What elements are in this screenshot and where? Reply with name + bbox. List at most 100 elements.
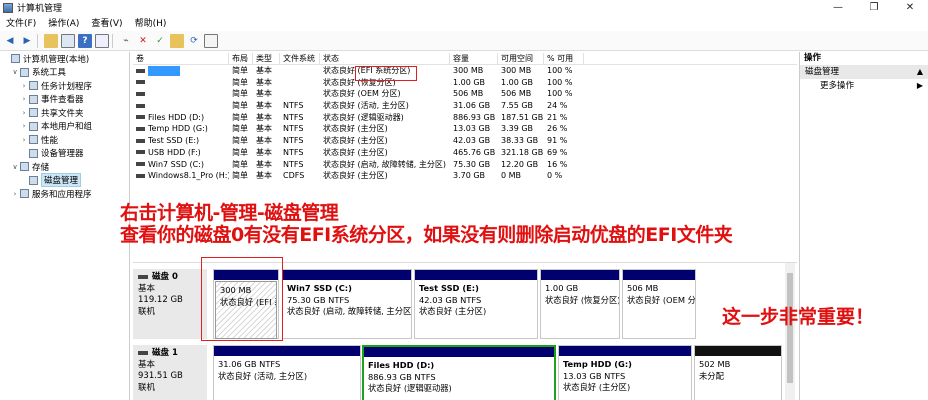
chevron-right-icon[interactable]: › bbox=[11, 190, 19, 198]
tree-item[interactable]: › 服务和应用程序 bbox=[0, 187, 129, 201]
more-actions[interactable]: 更多操作 ▶ bbox=[800, 79, 928, 93]
menu-help[interactable]: 帮助(H) bbox=[129, 16, 173, 29]
chevron-right-icon[interactable]: › bbox=[20, 82, 28, 90]
check-icon[interactable]: ✓ bbox=[153, 34, 167, 48]
delete-icon[interactable]: ✕ bbox=[136, 34, 150, 48]
volume-cell bbox=[133, 65, 229, 77]
column-filesystem[interactable]: 文件系统 bbox=[280, 53, 320, 65]
partition[interactable]: Temp HDD (G:) 13.03 GB NTFS 状态良好 (主分区) bbox=[558, 345, 692, 400]
cell-cap: 300 MB bbox=[453, 66, 484, 75]
menu-action[interactable]: 操作(A) bbox=[42, 16, 85, 29]
show-hide-tree-icon[interactable] bbox=[61, 33, 75, 48]
column-type[interactable]: 类型 bbox=[253, 53, 280, 65]
partition-title: Win7 SSD (C:) bbox=[287, 283, 352, 293]
cell-layout: 简单 bbox=[232, 147, 248, 157]
table-row[interactable]: Files HDD (D:) 简单 基本 NTFS 状态良好 (逻辑驱动器) 886.93… bbox=[133, 112, 797, 124]
partition[interactable]: 506 MB 状态良好 (OEM 分区) bbox=[622, 269, 696, 339]
tree-item-label: 计算机管理(本地) bbox=[23, 54, 90, 65]
tree-item[interactable]: 计算机管理(本地) bbox=[0, 52, 129, 66]
chevron-right-icon[interactable]: › bbox=[20, 136, 28, 144]
tree-item[interactable]: 设备管理器 bbox=[0, 147, 129, 161]
chevron-down-icon[interactable]: ∨ bbox=[11, 163, 19, 171]
disk-label[interactable]: 磁盘 0 基本 119.12 GB 联机 bbox=[133, 269, 207, 339]
cell-type: 基本 bbox=[256, 112, 272, 122]
properties-icon[interactable] bbox=[95, 33, 109, 48]
partition[interactable]: Test SSD (E:) 42.03 GB NTFS 状态良好 (主分区) bbox=[414, 269, 538, 339]
list-view-icon[interactable] bbox=[204, 33, 218, 48]
table-row[interactable]: USB HDD (F:) 简单 基本 NTFS 状态良好 (主分区) 465.76 GB 3… bbox=[133, 147, 797, 159]
column-layout[interactable]: 布局 bbox=[229, 53, 253, 65]
cell-type: 基本 bbox=[256, 89, 272, 99]
chevron-right-icon[interactable]: › bbox=[20, 95, 28, 103]
partition-bar bbox=[283, 270, 411, 280]
column-percent-free[interactable]: % 可用 bbox=[544, 53, 584, 65]
partition[interactable]: 31.06 GB NTFS 状态良好 (活动, 主分区) bbox=[213, 345, 361, 400]
cell-fs: NTFS bbox=[283, 159, 304, 169]
connect-icon[interactable]: ⌁ bbox=[119, 34, 133, 48]
partition[interactable]: Win7 SSD (C:) 75.30 GB NTFS 状态良好 (启动, 故障… bbox=[282, 269, 412, 339]
column-status[interactable]: 状态 bbox=[320, 53, 450, 65]
title-bar: 计算机管理 — ❐ ✕ bbox=[0, 0, 928, 15]
tree-node-icon bbox=[20, 67, 29, 77]
partition-status: 未分配 bbox=[699, 370, 724, 381]
cell-type: 基本 bbox=[256, 101, 272, 111]
cell-type: 基本 bbox=[256, 171, 272, 181]
tree-item-label: 共享文件夹 bbox=[41, 108, 84, 119]
volume-name: Temp HDD (G:) bbox=[148, 124, 208, 134]
table-row[interactable]: Test SSD (E:) 简单 基本 NTFS 状态良好 (主分区) 42.03 GB 3… bbox=[133, 135, 797, 147]
tree-item[interactable]: › 共享文件夹 bbox=[0, 106, 129, 120]
cell-pct: 0 % bbox=[547, 171, 563, 181]
actions-section-disk-management[interactable]: 磁盘管理 ▲ bbox=[800, 65, 928, 79]
tree-node-icon bbox=[29, 175, 38, 185]
tree-node-icon bbox=[20, 162, 29, 172]
up-folder-icon[interactable] bbox=[44, 33, 58, 48]
menu-view[interactable]: 查看(V) bbox=[85, 16, 128, 29]
column-capacity[interactable]: 容量 bbox=[450, 53, 498, 65]
table-row[interactable]: Windows8.1_Pro (H:) 简单 基本 CDFS 状态良好 (主分区) 3.7… bbox=[133, 170, 797, 182]
volume-name: Test SSD (E:) bbox=[148, 136, 200, 146]
partition-unallocated[interactable]: 502 MB 未分配 bbox=[694, 345, 782, 400]
cell-status: 状态良好 (主分区) bbox=[323, 136, 388, 146]
table-row[interactable]: 简单 基本 状态良好 (恢复分区) 1.00 GB 1.00 GB 100 % bbox=[133, 77, 797, 89]
cell-free: 12.20 GB bbox=[501, 159, 539, 169]
table-row[interactable]: 简单 基本 状态良好 (EFI 系统分区) 300 MB 300 MB 100 % bbox=[133, 65, 797, 77]
partition-selected[interactable]: Files HDD (D:) 886.93 GB NTFS 状态良好 (逻辑驱动… bbox=[362, 345, 556, 400]
close-button[interactable]: ✕ bbox=[892, 0, 928, 15]
tree-item[interactable]: ∨ 存储 bbox=[0, 160, 129, 174]
refresh-icon[interactable]: ⟳ bbox=[187, 34, 201, 48]
cell-pct: 21 % bbox=[547, 112, 568, 122]
disk-state: 联机 bbox=[138, 306, 156, 317]
minimize-button[interactable]: — bbox=[820, 0, 856, 15]
chevron-down-icon[interactable]: ∨ bbox=[11, 68, 19, 76]
help-icon[interactable]: ? bbox=[78, 33, 92, 48]
cell-free: 38.33 GB bbox=[501, 136, 539, 146]
tree-item[interactable]: 磁盘管理 bbox=[0, 173, 129, 188]
efi-status-highlight bbox=[355, 66, 417, 81]
tree-item[interactable]: › 本地用户和组 bbox=[0, 120, 129, 134]
partition-size: 42.03 GB NTFS bbox=[419, 294, 482, 305]
tree-item[interactable]: › 性能 bbox=[0, 133, 129, 147]
tree-item[interactable]: › 事件查看器 bbox=[0, 93, 129, 107]
partition[interactable]: 1.00 GB 状态良好 (恢复分区) bbox=[540, 269, 620, 339]
disk-label[interactable]: 磁盘 1 基本 931.51 GB 联机 bbox=[133, 345, 207, 400]
chevron-right-icon[interactable]: › bbox=[20, 109, 28, 117]
table-row[interactable]: 简单 基本 状态良好 (OEM 分区) 506 MB 506 MB 100 % bbox=[133, 88, 797, 100]
menu-bar: 文件(F) 操作(A) 查看(V) 帮助(H) bbox=[0, 15, 928, 30]
chevron-right-icon[interactable]: › bbox=[20, 122, 28, 130]
table-row[interactable]: Temp HDD (G:) 简单 基本 NTFS 状态良好 (主分区) 13.03 GB 3… bbox=[133, 123, 797, 135]
tree-item[interactable]: ∨ 系统工具 bbox=[0, 66, 129, 80]
table-row[interactable]: 简单 基本 NTFS 状态良好 (活动, 主分区) 31.06 GB 7.55 GB 24 … bbox=[133, 100, 797, 112]
forward-arrow-icon[interactable]: ▶ bbox=[20, 34, 34, 48]
table-row[interactable]: Win7 SSD (C:) 简单 基本 NTFS 状态良好 (启动, 故障转储, 主分区… bbox=[133, 159, 797, 171]
volume-icon bbox=[136, 103, 145, 108]
menu-file[interactable]: 文件(F) bbox=[0, 16, 42, 29]
column-free-space[interactable]: 可用空间 bbox=[498, 53, 544, 65]
maximize-button[interactable]: ❐ bbox=[856, 0, 892, 15]
column-volume[interactable]: 卷 bbox=[133, 53, 229, 65]
tree-item[interactable]: › 任务计划程序 bbox=[0, 79, 129, 93]
toolbar-separator bbox=[37, 33, 38, 48]
vertical-scrollbar[interactable] bbox=[785, 263, 795, 400]
partition-title: Test SSD (E:) bbox=[419, 283, 479, 293]
folder-icon[interactable] bbox=[170, 33, 184, 48]
back-arrow-icon[interactable]: ◀ bbox=[3, 34, 17, 48]
